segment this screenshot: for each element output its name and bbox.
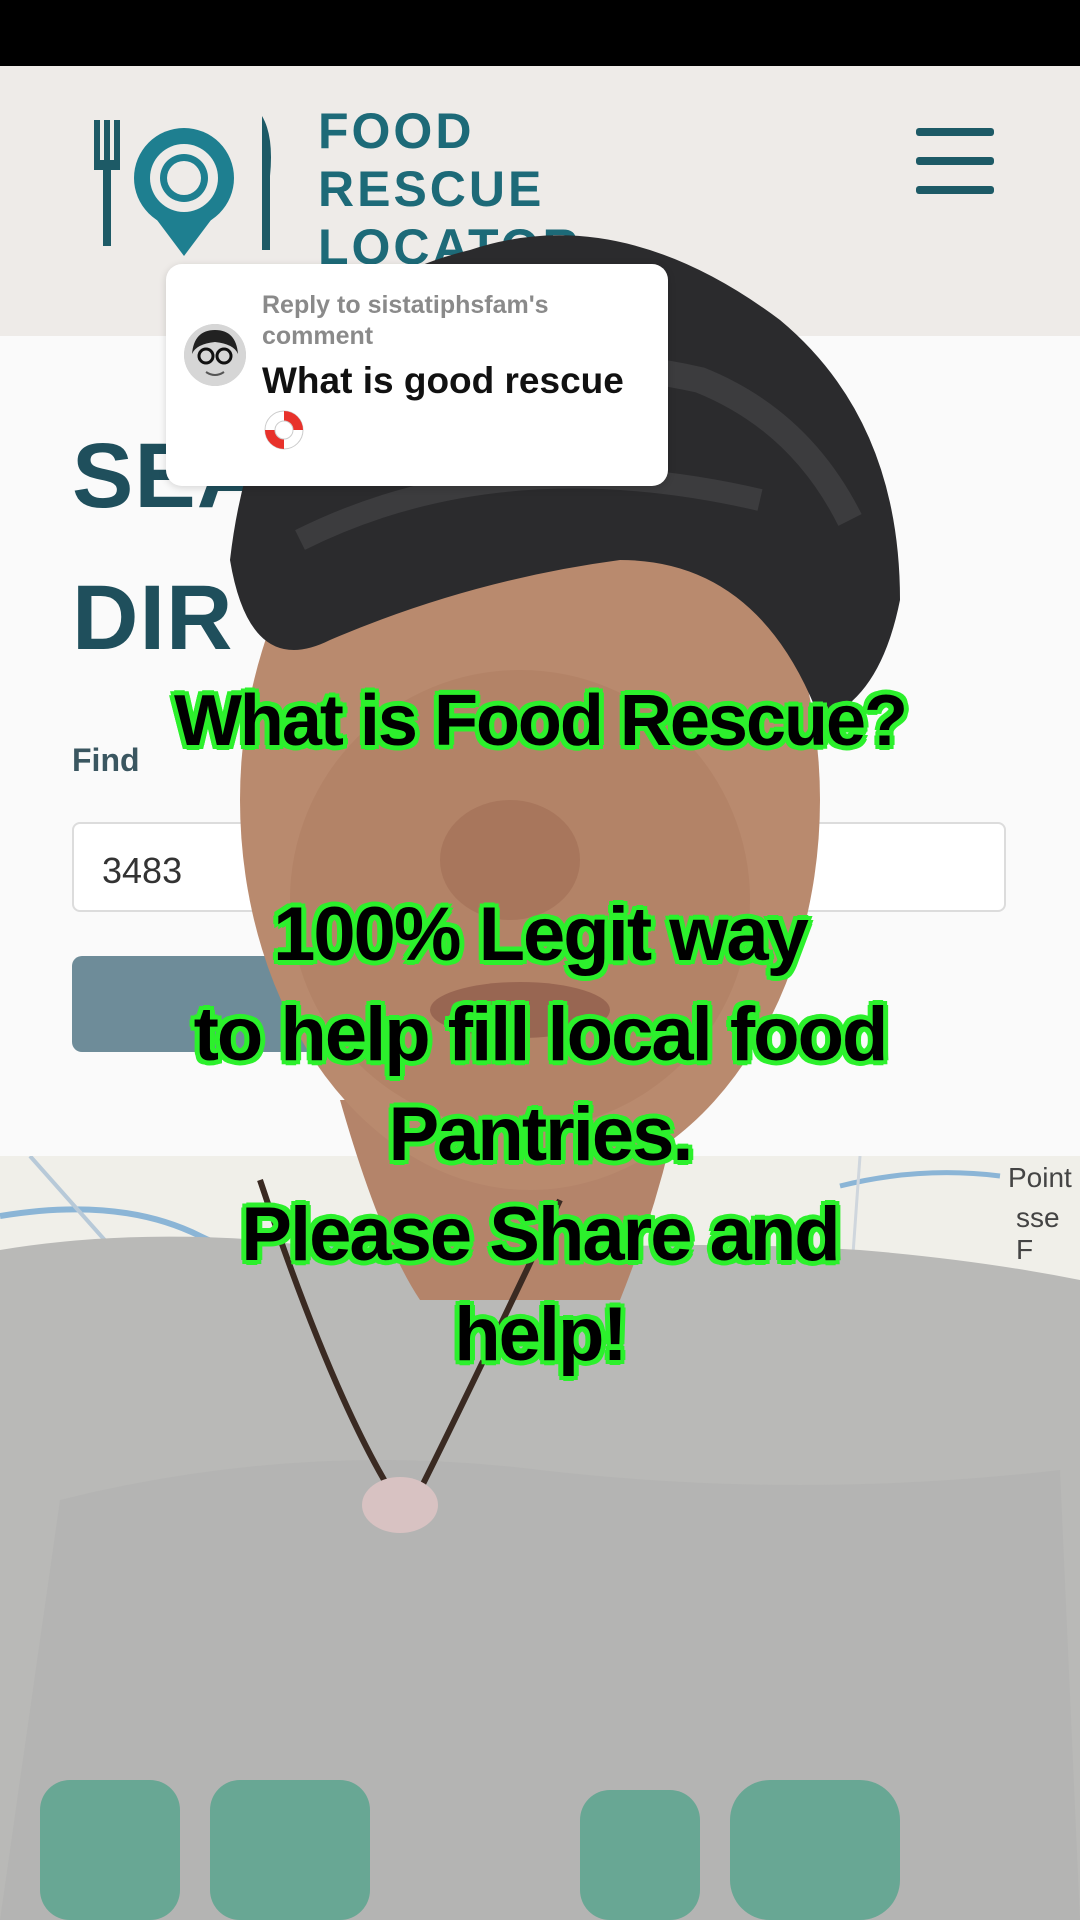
caption-line: Please Share and <box>241 1192 840 1277</box>
logo-line: FOOD <box>318 103 475 159</box>
caption-title: What is Food Rescue? <box>173 681 908 761</box>
caption-line: 100% Legit way <box>273 892 809 977</box>
site-logo-text: FOOD RESCUE LOCATOR <box>318 102 582 276</box>
reply-meta-text: Reply to sistatiphsfam's comment <box>262 291 549 350</box>
hamburger-menu-icon[interactable] <box>916 128 994 194</box>
caption-line: Pantries. <box>388 1092 693 1177</box>
food-locator-logo-icon <box>94 116 271 256</box>
logo-line: RESCUE <box>318 161 545 217</box>
commenter-avatar <box>184 324 246 386</box>
lifebuoy-icon <box>264 410 304 450</box>
page-heading-line2: DIR <box>72 567 234 669</box>
caption-line: to help fill local food <box>193 992 889 1077</box>
top-status-bar <box>0 0 1080 66</box>
caption-body: 100% Legit way to help fill local food P… <box>0 885 1080 1385</box>
reply-comment-text: What is good rescue <box>262 360 624 401</box>
caption-line: help! <box>454 1292 628 1377</box>
reply-comment-bubble[interactable]: Reply to sistatiphsfam's comment What is… <box>166 264 668 486</box>
